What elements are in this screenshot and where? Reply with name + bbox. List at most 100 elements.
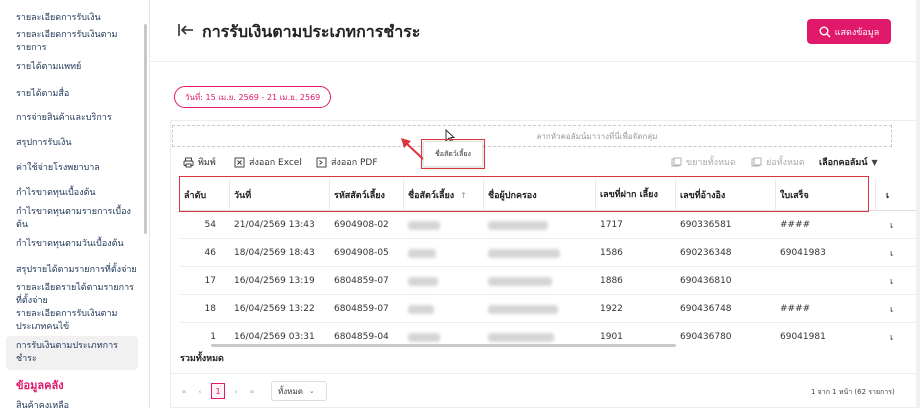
sidebar-item-income-summary-payable[interactable]: สรุปรายได้ตามรายการที่ตั้งจ่าย <box>16 264 138 277</box>
date-range-filter[interactable]: วันที่: 15 เม.ย. 2569 - 21 เม.ย. 2569 <box>174 86 332 108</box>
cell-owner <box>484 267 596 295</box>
cell-date: 18/04/2569 18:43 <box>234 248 315 258</box>
sidebar-item-payment-by-payment-type[interactable]: การรับเงินตามประเภทการชำระ <box>6 336 138 370</box>
sidebar-item-income-detail-payable[interactable]: รายละเอียดรายได้ตามรายการ ที่ตั้งจ่าย <box>16 282 138 308</box>
cell-no: 46 <box>204 248 216 258</box>
page-scrollbar[interactable] <box>916 0 920 408</box>
group-panel-placeholder: ลากหัวคอลัมน์มาวางที่นี่เพื่อจัดกลุ่ม <box>536 131 658 141</box>
table-row[interactable]: 18 16/04/2569 13:22 6804859-07 1922 6904… <box>180 295 920 323</box>
table-total-label: รวมทั้งหมด <box>180 354 224 364</box>
cell-pet-name <box>404 295 484 323</box>
col-header-receipt[interactable]: ใบเสร็จ <box>776 179 876 211</box>
pagination-info: 1 จาก 1 หน้า (62 รายการ) <box>811 388 895 396</box>
col-header-owner[interactable]: ชื่อผู้ปกครอง <box>484 179 596 211</box>
page-header: การรับเงินตามประเภทการชำระ แสดงข้อมูล <box>150 0 920 62</box>
sidebar-item-payment-by-item[interactable]: รายละเอียดการรับเงินตาม รายการ <box>16 29 138 55</box>
show-data-label: แสดงข้อมูล <box>834 27 880 38</box>
cell-deposit-no: 1717 <box>600 220 623 230</box>
cell-owner <box>484 239 596 267</box>
sort-arrow-icon[interactable]: ↑ <box>460 191 467 200</box>
cell-ref-no: 690436748 <box>680 304 732 314</box>
page-number-button[interactable]: 1 <box>211 383 225 399</box>
page-size-select[interactable]: ทั้งหมด ⌄ <box>271 381 327 401</box>
expand-icon <box>671 157 682 166</box>
prev-page-button[interactable]: ‹ <box>193 383 207 399</box>
next-page-button[interactable]: › <box>229 383 243 399</box>
page-size-value: ทั้งหมด <box>278 386 303 396</box>
printer-icon <box>183 157 194 167</box>
col-header-deposit-no[interactable]: เลขที่ฝาก เลี้ยง <box>596 179 676 211</box>
export-excel-button[interactable]: ส่งออก Excel <box>234 155 302 169</box>
cell-ref-no: 690236348 <box>680 248 732 258</box>
col-header-date[interactable]: วันที่ <box>230 179 330 211</box>
sidebar-item-income-by-doctor[interactable]: รายได้ตามแพทย์ <box>16 61 138 74</box>
table-row[interactable]: 46 18/04/2569 18:43 6904908-05 1586 6902… <box>180 239 920 267</box>
cell-no: 54 <box>204 220 216 230</box>
pagination: « ‹ 1 › » ทั้งหมด ⌄ 1 จาก 1 หน้า (62 ราย… <box>171 373 920 408</box>
cell-owner <box>484 211 596 239</box>
choose-columns-label: เลือกคอลัมน์ <box>819 158 868 168</box>
last-page-button[interactable]: » <box>245 383 259 399</box>
search-icon <box>819 26 831 37</box>
chevron-down-icon: ⌄ <box>308 387 315 395</box>
cell-extra: เ <box>890 305 894 315</box>
cell-pet-name <box>404 239 484 267</box>
col-header-no[interactable]: ลำดับ <box>180 179 230 211</box>
cell-ref-no: 690336581 <box>680 220 732 230</box>
collapse-all-button[interactable]: ย่อทั้งหมด <box>751 155 805 169</box>
table-row[interactable]: 54 21/04/2569 13:43 6904908-02 1717 6903… <box>180 211 920 239</box>
sidebar-item-payment-summary[interactable]: สรุปการรับเงิน <box>16 137 138 150</box>
sidebar: รายละเอียดการรับเงิน รายละเอียดการรับเงิ… <box>0 0 150 408</box>
expand-all-label: ขยายทั้งหมด <box>686 158 736 168</box>
excel-icon <box>234 157 245 167</box>
cell-extra: เ <box>890 333 894 343</box>
sidebar-item-profit-loss[interactable]: กำไรขาดทุนเบื้องต้น <box>16 187 138 200</box>
col-header-pet-name[interactable]: ชื่อสัตว์เลี้ยง ↑ <box>404 179 484 211</box>
chevron-down-icon: ▼ <box>871 157 878 167</box>
cell-receipt: #### <box>780 304 811 314</box>
print-button[interactable]: พิมพ์ <box>183 155 216 169</box>
sidebar-item-profit-loss-by-item[interactable]: กำไรขาดทุนตามรายการเบื้อง ต้น <box>16 206 138 232</box>
col-header-extra[interactable]: เ <box>876 179 920 211</box>
page-title: การรับเงินตามประเภทการชำระ <box>202 22 421 41</box>
cell-extra: เ <box>890 249 894 259</box>
cell-date: 16/04/2569 13:22 <box>234 304 315 314</box>
table-row[interactable]: 17 16/04/2569 13:19 6804859-07 1886 6904… <box>180 267 920 295</box>
cell-deposit-no: 1922 <box>600 304 623 314</box>
sidebar-item-profit-loss-by-day[interactable]: กำไรขาดทุนตามวันเบื้องต้น <box>16 238 138 251</box>
data-grid: ลากหัวคอลัมน์มาวางที่นี่เพื่อจัดกลุ่ม ชื… <box>170 120 920 408</box>
first-page-button[interactable]: « <box>177 383 191 399</box>
sidebar-item-income-by-media[interactable]: รายได้ตามสื่อ <box>16 88 138 101</box>
group-panel[interactable]: ลากหัวคอลัมน์มาวางที่นี่เพื่อจัดกลุ่ม <box>172 125 892 147</box>
col-header-pet-code[interactable]: รหัสสัตว์เลี้ยง <box>330 179 404 211</box>
cell-deposit-no: 1886 <box>600 276 623 286</box>
sidebar-item-hospital-expense[interactable]: ค่าใช้จ่ายโรงพยาบาล <box>16 162 138 175</box>
sidebar-item-payment-by-patient-type[interactable]: รายละเอียดการรับเงินตาม ประเภทคนไข้ <box>16 308 138 334</box>
cell-pet-code: 6804859-07 <box>334 304 389 314</box>
col-header-ref-no[interactable]: เลขที่อ้างอิง <box>676 179 776 211</box>
sidebar-scrollbar[interactable] <box>144 24 147 234</box>
cell-receipt: 69041981 <box>780 332 826 342</box>
table-header: ลำดับ วันที่ รหัสสัตว์เลี้ยง ชื่อสัตว์เล… <box>180 179 920 211</box>
cell-extra: เ <box>890 277 894 287</box>
choose-columns-button[interactable]: เลือกคอลัมน์ ▼ <box>819 155 878 169</box>
cell-receipt: #### <box>780 220 811 230</box>
export-pdf-button[interactable]: ส่งออก PDF <box>316 155 378 169</box>
expand-all-button[interactable]: ขยายทั้งหมด <box>671 155 736 169</box>
show-data-button[interactable]: แสดงข้อมูล <box>807 19 891 44</box>
cell-receipt: 69041983 <box>780 248 826 258</box>
sidebar-item-payment-details[interactable]: รายละเอียดการรับเงิน <box>16 12 138 25</box>
sidebar-item-stock[interactable]: สินค้าคงเหลือ <box>16 400 138 408</box>
sidebar-section-inventory[interactable]: ข้อมูลคลัง <box>16 376 64 394</box>
cell-date: 16/04/2569 13:19 <box>234 276 315 286</box>
cell-pet-code: 6904908-02 <box>334 220 389 230</box>
sidebar-item-product-dispense[interactable]: การจ่ายสินค้าและบริการ <box>16 112 138 125</box>
pet-name-header-label: ชื่อสัตว์เลี้ยง <box>408 191 455 201</box>
back-arrow-icon[interactable] <box>177 22 195 38</box>
table-horizontal-scrollbar[interactable] <box>211 344 676 347</box>
cell-pet-name <box>404 211 484 239</box>
collapse-all-label: ย่อทั้งหมด <box>766 158 805 168</box>
print-label: พิมพ์ <box>198 158 216 168</box>
export-pdf-label: ส่งออก PDF <box>331 158 378 168</box>
main-content: การรับเงินตามประเภทการชำระ แสดงข้อมูล วั… <box>150 0 920 408</box>
